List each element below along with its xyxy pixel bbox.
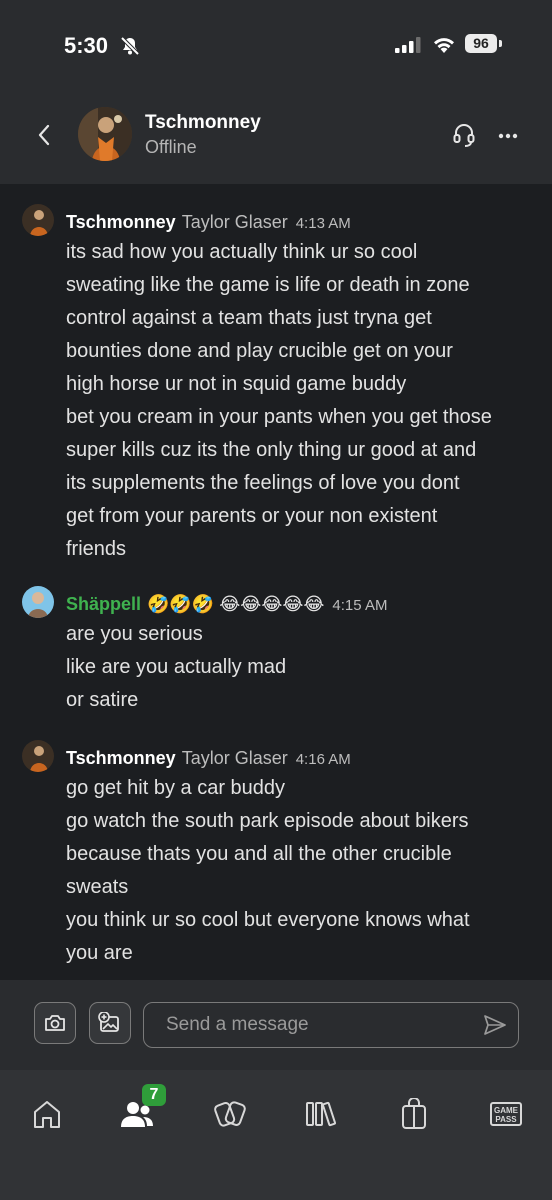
message-line: like are you actually mad xyxy=(66,656,287,678)
contact-status: Offline xyxy=(145,137,197,157)
message-header: Shäppell 🤣🤣🤣 😂😂😂😂😂 4:15 AM xyxy=(66,594,387,615)
message-line: sweats xyxy=(66,876,129,898)
send-icon[interactable] xyxy=(483,1014,507,1036)
sender-emoji: 🤣🤣🤣 😂😂😂😂😂 xyxy=(147,594,325,614)
message-time: 4:16 AM xyxy=(295,751,351,768)
message-line: sweating like the game is life or death … xyxy=(66,274,470,296)
message-line: get from your parents or your non existe… xyxy=(66,505,438,527)
message-line: super kills cuz its the only thing ur go… xyxy=(66,439,477,461)
message-time: 4:13 AM xyxy=(295,215,351,232)
tab-store[interactable] xyxy=(389,1092,439,1136)
message-line: friends xyxy=(66,538,127,560)
message-body: its sad how you actually think ur so coo… xyxy=(66,236,546,566)
message-line: bet you cream in your pants when you get… xyxy=(66,406,492,428)
message-input-box[interactable] xyxy=(143,1002,519,1048)
message-line: its sad how you actually think ur so coo… xyxy=(66,241,418,263)
message-line: you think ur so cool but everyone knows … xyxy=(66,909,470,931)
message-line: because thats you and all the other cruc… xyxy=(66,843,452,865)
game-pass-icon: GAME PASS xyxy=(490,1102,522,1126)
tab-game-pass[interactable]: GAME PASS xyxy=(481,1092,531,1136)
message-line: are you serious xyxy=(66,623,203,645)
message-header: Tschmonney Taylor Glaser 4:16 AM xyxy=(66,748,351,769)
message-line: control against a team thats just tryna … xyxy=(66,307,432,329)
tab-social[interactable] xyxy=(205,1092,255,1136)
status-bar: 5:30 96 xyxy=(0,0,552,90)
message-line: go watch the south park episode about bi… xyxy=(66,810,469,832)
message-line: its supplements the feelings of love you… xyxy=(66,472,460,494)
message-line: you are xyxy=(66,942,133,964)
message-input[interactable] xyxy=(164,1013,468,1037)
game-pass-line1: GAME xyxy=(494,1106,518,1115)
contact-avatar[interactable] xyxy=(78,107,132,161)
more-icon[interactable] xyxy=(498,133,518,139)
headset-icon[interactable] xyxy=(452,122,476,148)
message-composer xyxy=(0,980,552,1070)
chat-header: Tschmonney Offline xyxy=(0,95,552,184)
tab-home[interactable] xyxy=(22,1092,72,1136)
game-pass-line2: PASS xyxy=(495,1115,517,1124)
sender-real-name: Taylor Glaser xyxy=(181,212,288,232)
tab-library[interactable] xyxy=(297,1092,347,1136)
battery-nub xyxy=(499,40,502,47)
message-line: or satire xyxy=(66,689,139,711)
camera-icon xyxy=(45,1015,65,1031)
sender-name[interactable]: Shäppell xyxy=(66,594,141,614)
battery-indicator: 96 xyxy=(465,34,497,53)
message-body: go get hit by a car buddy go watch the s… xyxy=(66,772,546,970)
message-header: Tschmonney Taylor Glaser 4:13 AM xyxy=(66,212,351,233)
sender-avatar[interactable] xyxy=(22,204,54,236)
camera-button[interactable] xyxy=(34,1002,76,1044)
message-time: 4:15 AM xyxy=(332,597,388,614)
status-time: 5:30 xyxy=(64,33,109,58)
back-chevron-icon[interactable] xyxy=(36,123,52,147)
social-icon xyxy=(214,1101,246,1127)
wifi-icon xyxy=(434,38,454,53)
message-line: bounties done and play crucible get on y… xyxy=(66,340,453,362)
message-body: are you serious like are you actually ma… xyxy=(66,618,546,717)
library-icon xyxy=(306,1101,336,1127)
contact-name: Tschmonney xyxy=(145,112,261,133)
message-line: high horse ur not in squid game buddy xyxy=(66,373,407,395)
image-add-button[interactable] xyxy=(89,1002,131,1044)
message-list[interactable]: Tschmonney Taylor Glaser 4:13 AM its sad h… xyxy=(0,184,552,980)
sender-real-name: Taylor Glaser xyxy=(181,748,288,768)
bottom-tab-bar: GAME PASS xyxy=(0,1070,552,1200)
signal-icon xyxy=(395,37,421,53)
bell-slash-icon xyxy=(120,36,140,56)
friends-badge: 7 xyxy=(142,1084,166,1106)
sender-name[interactable]: Tschmonney xyxy=(66,212,176,232)
sender-avatar[interactable] xyxy=(22,586,54,618)
home-icon xyxy=(34,1101,60,1128)
sender-avatar[interactable] xyxy=(22,740,54,772)
image-add-icon xyxy=(98,1012,119,1032)
message-line: go get hit by a car buddy xyxy=(66,777,286,799)
sender-name[interactable]: Tschmonney xyxy=(66,748,176,768)
store-icon xyxy=(402,1098,426,1129)
